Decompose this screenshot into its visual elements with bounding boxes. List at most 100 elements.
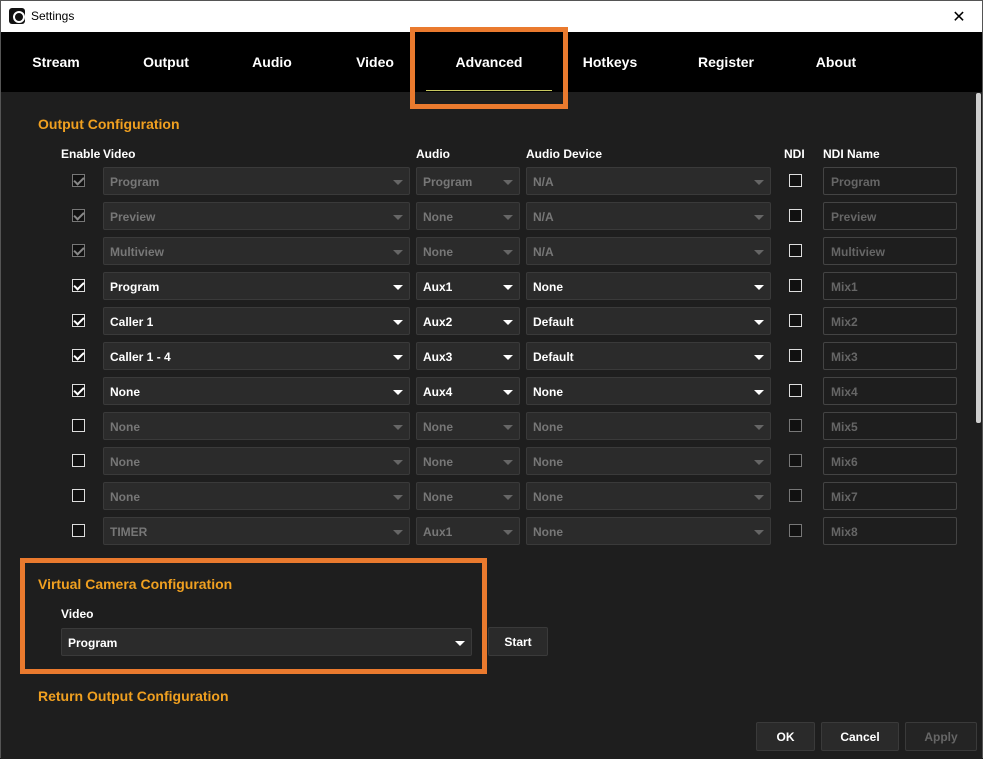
enable-checkbox[interactable] bbox=[72, 384, 85, 397]
enable-checkbox[interactable] bbox=[72, 524, 85, 537]
enable-checkbox[interactable] bbox=[72, 174, 85, 187]
video-select[interactable]: TIMER bbox=[103, 517, 410, 545]
audio-select[interactable]: Aux1 bbox=[416, 272, 520, 300]
window-title: Settings bbox=[31, 9, 75, 23]
chevron-down-icon bbox=[503, 250, 513, 255]
audio-device-select[interactable]: N/A bbox=[526, 202, 771, 230]
audio-select[interactable]: Aux3 bbox=[416, 342, 520, 370]
ndi-checkbox[interactable] bbox=[789, 349, 802, 362]
tab-stream[interactable]: Stream bbox=[32, 54, 79, 70]
ndi-checkbox[interactable] bbox=[789, 454, 802, 467]
ndi-name-input[interactable]: Mix1 bbox=[823, 272, 957, 300]
enable-checkbox[interactable] bbox=[72, 244, 85, 257]
audio-device-select[interactable]: None bbox=[526, 447, 771, 475]
ndi-checkbox[interactable] bbox=[789, 419, 802, 432]
video-select-value: None bbox=[110, 385, 140, 399]
audio-select[interactable]: None bbox=[416, 447, 520, 475]
audio-device-select[interactable]: N/A bbox=[526, 237, 771, 265]
ndi-name-value: Mix3 bbox=[831, 350, 858, 364]
enable-checkbox[interactable] bbox=[72, 419, 85, 432]
chevron-down-icon bbox=[754, 250, 764, 255]
audio-device-select-value: None bbox=[533, 385, 563, 399]
tab-video[interactable]: Video bbox=[356, 54, 394, 70]
chevron-down-icon bbox=[393, 180, 403, 185]
video-select-value: None bbox=[110, 420, 140, 434]
video-select[interactable]: Caller 1 - 4 bbox=[103, 342, 410, 370]
audio-select[interactable]: Aux1 bbox=[416, 517, 520, 545]
tab-output[interactable]: Output bbox=[143, 54, 189, 70]
tab-hotkeys[interactable]: Hotkeys bbox=[583, 54, 637, 70]
chevron-down-icon bbox=[503, 285, 513, 290]
tab-register[interactable]: Register bbox=[698, 54, 754, 70]
enable-checkbox[interactable] bbox=[72, 349, 85, 362]
ndi-name-input[interactable]: Mix8 bbox=[823, 517, 957, 545]
scrollbar[interactable] bbox=[975, 93, 982, 713]
ok-button[interactable]: OK bbox=[756, 722, 815, 751]
ndi-name-input[interactable]: Mix3 bbox=[823, 342, 957, 370]
audio-device-select[interactable]: Default bbox=[526, 342, 771, 370]
audio-device-select[interactable]: None bbox=[526, 412, 771, 440]
video-select[interactable]: None bbox=[103, 412, 410, 440]
chevron-down-icon bbox=[393, 285, 403, 290]
audio-select[interactable]: Program bbox=[416, 167, 520, 195]
video-select[interactable]: Multiview bbox=[103, 237, 410, 265]
col-video: Video bbox=[103, 147, 136, 161]
audio-select[interactable]: None bbox=[416, 202, 520, 230]
audio-device-select[interactable]: None bbox=[526, 272, 771, 300]
ndi-name-input[interactable]: Mix6 bbox=[823, 447, 957, 475]
chevron-down-icon bbox=[754, 495, 764, 500]
audio-select-value: None bbox=[423, 245, 453, 259]
ndi-name-value: Mix2 bbox=[831, 315, 858, 329]
ndi-name-input[interactable]: Preview bbox=[823, 202, 957, 230]
ndi-name-input[interactable]: Program bbox=[823, 167, 957, 195]
enable-checkbox[interactable] bbox=[72, 454, 85, 467]
video-select[interactable]: Caller 1 bbox=[103, 307, 410, 335]
ndi-name-input[interactable]: Mix5 bbox=[823, 412, 957, 440]
ndi-checkbox[interactable] bbox=[789, 279, 802, 292]
video-select[interactable]: Program bbox=[103, 167, 410, 195]
start-button[interactable]: Start bbox=[488, 627, 548, 656]
audio-select[interactable]: None bbox=[416, 412, 520, 440]
apply-button[interactable]: Apply bbox=[905, 722, 977, 751]
enable-checkbox[interactable] bbox=[72, 279, 85, 292]
audio-select[interactable]: None bbox=[416, 482, 520, 510]
ndi-name-input[interactable]: Mix7 bbox=[823, 482, 957, 510]
ndi-checkbox[interactable] bbox=[789, 524, 802, 537]
cancel-button[interactable]: Cancel bbox=[821, 722, 899, 751]
ndi-name-input[interactable]: Multiview bbox=[823, 237, 957, 265]
ndi-name-input[interactable]: Mix4 bbox=[823, 377, 957, 405]
audio-device-select[interactable]: None bbox=[526, 482, 771, 510]
audio-device-select[interactable]: None bbox=[526, 517, 771, 545]
audio-select[interactable]: Aux4 bbox=[416, 377, 520, 405]
chevron-down-icon bbox=[503, 215, 513, 220]
audio-select-value: None bbox=[423, 455, 453, 469]
virtual-camera-video-select[interactable]: Program bbox=[61, 628, 472, 656]
ndi-name-input[interactable]: Mix2 bbox=[823, 307, 957, 335]
video-select[interactable]: Program bbox=[103, 272, 410, 300]
audio-select[interactable]: Aux2 bbox=[416, 307, 520, 335]
video-select[interactable]: Preview bbox=[103, 202, 410, 230]
col-ndi: NDI bbox=[784, 147, 805, 161]
audio-device-select[interactable]: Default bbox=[526, 307, 771, 335]
ndi-checkbox[interactable] bbox=[789, 384, 802, 397]
enable-checkbox[interactable] bbox=[72, 489, 85, 502]
ndi-checkbox[interactable] bbox=[789, 209, 802, 222]
tab-about[interactable]: About bbox=[816, 54, 856, 70]
video-select[interactable]: None bbox=[103, 447, 410, 475]
ndi-checkbox[interactable] bbox=[789, 489, 802, 502]
chevron-down-icon bbox=[503, 180, 513, 185]
audio-device-select[interactable]: None bbox=[526, 377, 771, 405]
chevron-down-icon bbox=[393, 250, 403, 255]
scrollbar-thumb[interactable] bbox=[976, 93, 981, 423]
audio-device-select[interactable]: N/A bbox=[526, 167, 771, 195]
close-icon[interactable]: ✕ bbox=[936, 1, 982, 32]
audio-select[interactable]: None bbox=[416, 237, 520, 265]
tab-audio[interactable]: Audio bbox=[252, 54, 292, 70]
enable-checkbox[interactable] bbox=[72, 209, 85, 222]
ndi-checkbox[interactable] bbox=[789, 244, 802, 257]
ndi-checkbox[interactable] bbox=[789, 314, 802, 327]
enable-checkbox[interactable] bbox=[72, 314, 85, 327]
video-select[interactable]: None bbox=[103, 377, 410, 405]
ndi-checkbox[interactable] bbox=[789, 174, 802, 187]
video-select[interactable]: None bbox=[103, 482, 410, 510]
